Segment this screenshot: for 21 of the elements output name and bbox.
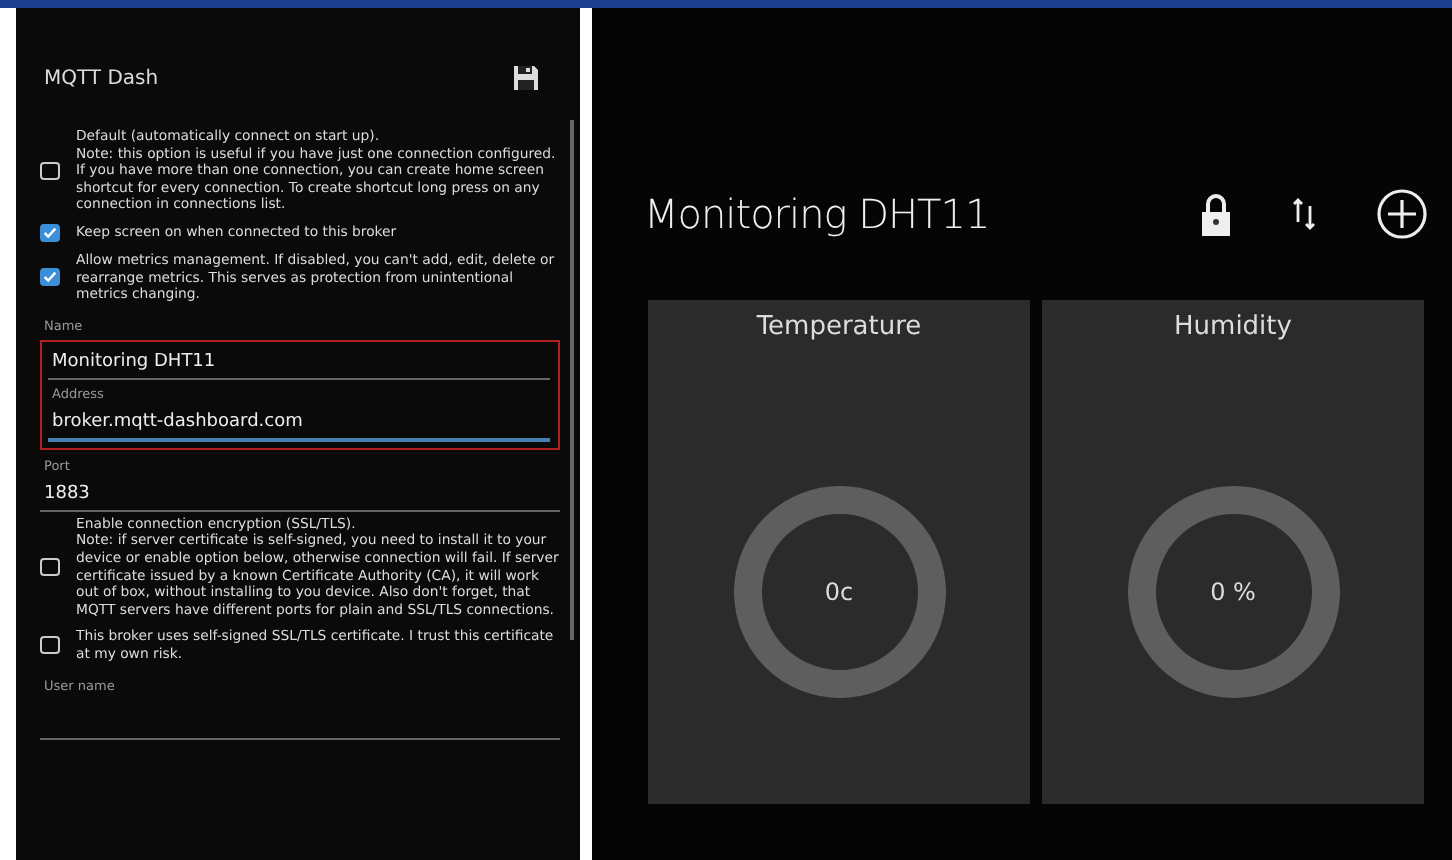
gauge-value: 0 % [1210, 578, 1256, 606]
checkbox[interactable] [40, 161, 60, 180]
add-icon[interactable] [1376, 188, 1428, 240]
scrollbar[interactable] [570, 120, 574, 640]
checkbox[interactable] [40, 636, 60, 655]
save-icon[interactable] [512, 64, 540, 92]
gauge-value: 0c [824, 578, 854, 606]
checkbox[interactable] [40, 558, 60, 577]
input-field[interactable]: 1883 [40, 479, 560, 512]
input-field[interactable]: Monitoring DHT11 [48, 347, 550, 380]
app-title: MQTT Dash [44, 67, 159, 89]
metric-tile[interactable]: Humidity 0 % [1042, 300, 1424, 804]
up-down-arrows-icon[interactable] [1292, 196, 1316, 232]
dashboard-title: Monitoring DHT11 [644, 190, 990, 238]
input-field[interactable]: broker.mqtt-dashboard.com [48, 407, 550, 442]
checkbox[interactable] [40, 268, 60, 287]
checkbox[interactable] [40, 223, 60, 242]
metric-tile[interactable]: Temperature 0c [648, 300, 1030, 804]
tile-name: Humidity [1174, 312, 1292, 342]
lock-icon[interactable] [1200, 190, 1232, 238]
tile-name: Temperature [756, 312, 922, 342]
